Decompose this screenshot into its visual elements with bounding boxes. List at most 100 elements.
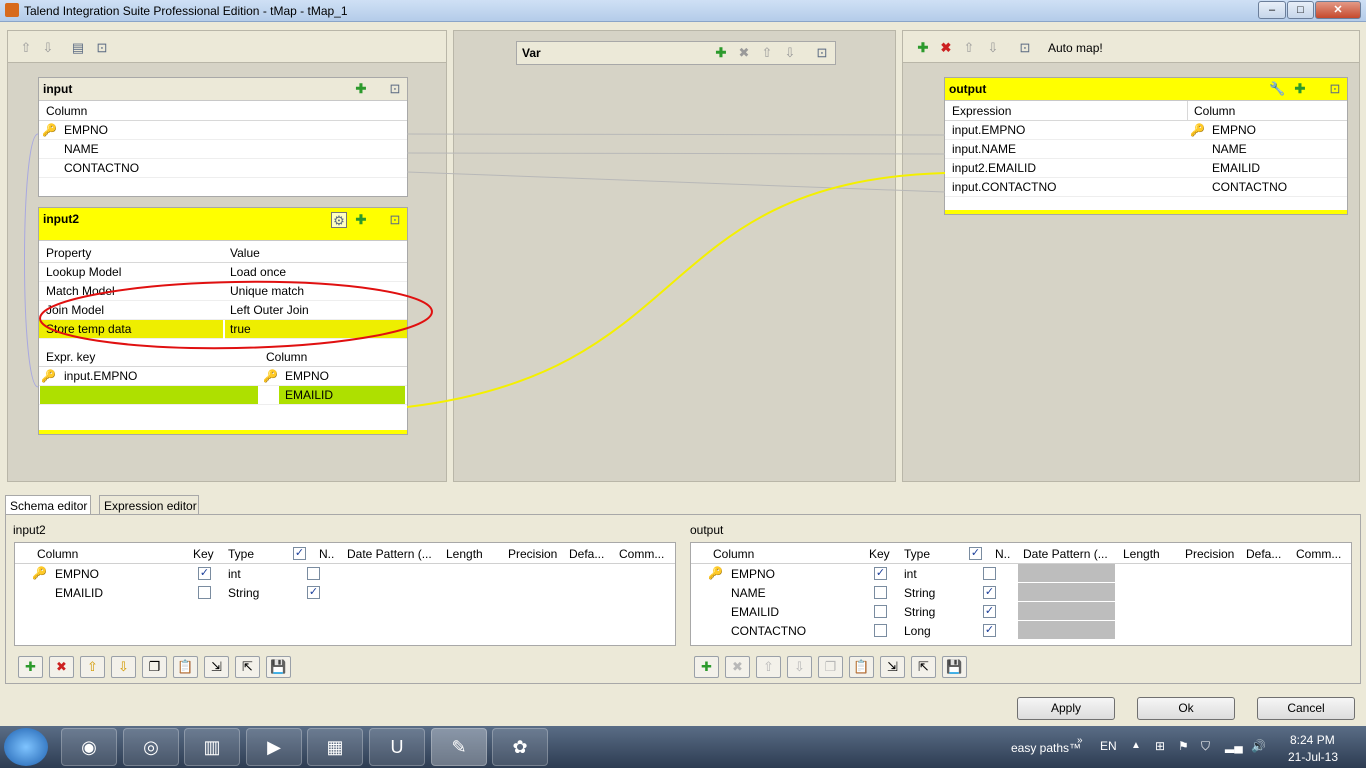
ultraedit-icon[interactable]: U (369, 728, 425, 766)
maximize-button[interactable]: □ (1287, 1, 1314, 19)
schema-column[interactable]: CONTACTNO (731, 624, 806, 638)
input2-schema-grid: Column Key Type ✓ N.. Date Pattern (... … (14, 542, 676, 646)
nullable-checkbox[interactable] (307, 567, 320, 580)
talend-icon[interactable]: ✎ (431, 728, 487, 766)
firefox-icon[interactable]: ◉ (61, 728, 117, 766)
language-indicator[interactable]: EN (1100, 739, 1117, 753)
move-up-button[interactable]: ⇧ (756, 656, 781, 678)
schema-type[interactable]: String (228, 586, 259, 600)
save-button[interactable]: 💾 (266, 656, 291, 678)
table-row[interactable]: NAME String ✓ (691, 583, 1351, 602)
mapping-links (24, 133, 946, 408)
col-header-length: Length (446, 547, 483, 561)
output-schema-grid: Column Key Type ✓ N.. Date Pattern (... … (690, 542, 1352, 646)
key-checkbox[interactable] (874, 605, 887, 618)
close-button[interactable]: ✕ (1315, 1, 1361, 19)
remove-row-button[interactable]: ✖ (725, 656, 750, 678)
security-icon[interactable]: ⛉ (1201, 739, 1210, 754)
date-pattern-cell (1018, 564, 1115, 582)
move-down-button[interactable]: ⇩ (787, 656, 812, 678)
media-player-icon[interactable]: ▶ (246, 728, 302, 766)
key-checkbox[interactable] (874, 624, 887, 637)
show-hidden-icons-icon[interactable]: » (1077, 735, 1083, 746)
col-header-comment: Comm... (619, 547, 665, 561)
move-up-button[interactable]: ⇧ (80, 656, 105, 678)
nullable-checkbox-checked[interactable]: ✓ (983, 624, 996, 637)
schema-type[interactable]: String (904, 605, 935, 619)
export-button[interactable]: ⇱ (235, 656, 260, 678)
signal-icon[interactable]: ▂▄ (1225, 739, 1243, 753)
date-pattern-cell (1018, 602, 1115, 620)
table-row[interactable]: 🔑 EMPNO ✓ int (691, 564, 1351, 583)
schema-column[interactable]: NAME (731, 586, 766, 600)
schema-type[interactable]: int (228, 567, 241, 581)
tmap-workarea: ⇧ ⇩ ▤ ⊡ input ✚ ⊡ Column 🔑 EMPNO NAME CO… (0, 22, 1366, 490)
chrome-icon[interactable]: ◎ (123, 728, 179, 766)
move-down-button[interactable]: ⇩ (111, 656, 136, 678)
table-row[interactable]: EMAILID String ✓ (691, 602, 1351, 621)
minimize-button[interactable]: – (1258, 1, 1286, 19)
paint-icon[interactable]: ✿ (492, 728, 548, 766)
col-header-key: Key (193, 547, 214, 561)
paste-button[interactable]: 📋 (849, 656, 874, 678)
explorer-folder-icon[interactable]: ▥ (184, 728, 240, 766)
ok-button[interactable]: Ok (1137, 697, 1235, 720)
table-row[interactable]: CONTACTNO Long ✓ (691, 621, 1351, 640)
key-checkbox-checked[interactable]: ✓ (198, 567, 211, 580)
nullable-checkbox-checked[interactable]: ✓ (983, 586, 996, 599)
col-header-type: Type (228, 547, 255, 561)
schema-type[interactable]: int (904, 567, 917, 581)
import-button[interactable]: ⇲ (204, 656, 229, 678)
easy-paths-label[interactable]: easy paths™ (1011, 741, 1081, 755)
link-emailid (406, 172, 946, 408)
schema-type[interactable]: Long (904, 624, 931, 638)
key-checkbox[interactable] (198, 586, 211, 599)
schema-column[interactable]: EMAILID (731, 605, 779, 619)
col-header-default: Defa... (1246, 547, 1282, 561)
nullable-header-checkbox[interactable]: ✓ (293, 547, 306, 560)
input2-schema-label: input2 (13, 523, 46, 537)
schema-editor-panel: Schema editor Expression editor input2 o… (0, 490, 1366, 726)
window-titlebar: Talend Integration Suite Professional Ed… (0, 0, 1366, 22)
paste-button[interactable]: 📋 (173, 656, 198, 678)
action-center-flag-icon[interactable]: ⚑ (1178, 739, 1189, 753)
start-button[interactable] (4, 728, 48, 766)
nullable-checkbox[interactable] (983, 567, 996, 580)
volume-icon[interactable]: 🔊 (1251, 739, 1266, 753)
nullable-checkbox-checked[interactable]: ✓ (307, 586, 320, 599)
col-header-key: Key (869, 547, 890, 561)
export-button[interactable]: ⇱ (911, 656, 936, 678)
table-row[interactable]: EMAILID String ✓ (15, 583, 675, 602)
schema-type[interactable]: String (904, 586, 935, 600)
col-header-type: Type (904, 547, 931, 561)
add-row-button[interactable]: ✚ (18, 656, 43, 678)
grid-header: Column Key Type ✓ N.. Date Pattern (... … (691, 543, 1351, 564)
save-button[interactable]: 💾 (942, 656, 967, 678)
tab-expression-editor[interactable]: Expression editor (99, 495, 199, 515)
key-checkbox[interactable] (874, 586, 887, 599)
network-icon[interactable]: ⊞ (1155, 739, 1165, 753)
apply-button[interactable]: Apply (1017, 697, 1115, 720)
nullable-checkbox-checked[interactable]: ✓ (983, 605, 996, 618)
tray-expand-icon[interactable]: ▲ (1131, 740, 1141, 751)
cancel-button[interactable]: Cancel (1257, 697, 1355, 720)
tab-schema-editor[interactable]: Schema editor (5, 495, 91, 515)
schema-column[interactable]: EMAILID (55, 586, 103, 600)
copy-button[interactable]: ❐ (818, 656, 843, 678)
import-button[interactable]: ⇲ (880, 656, 905, 678)
remove-row-button[interactable]: ✖ (49, 656, 74, 678)
table-row[interactable]: 🔑 EMPNO ✓ int (15, 564, 675, 583)
clock-date[interactable]: 21-Jul-13 (1288, 750, 1338, 764)
key-checkbox-checked[interactable]: ✓ (874, 567, 887, 580)
clock-time[interactable]: 8:24 PM (1290, 733, 1335, 747)
date-pattern-cell (1018, 583, 1115, 601)
copy-button[interactable]: ❐ (142, 656, 167, 678)
col-header-nullable: N.. (319, 547, 335, 561)
add-row-button[interactable]: ✚ (694, 656, 719, 678)
nullable-header-checkbox[interactable]: ✓ (969, 547, 982, 560)
notepad-icon[interactable]: ▦ (307, 728, 363, 766)
schema-column[interactable]: EMPNO (731, 567, 775, 581)
col-header-column: Column (37, 547, 79, 561)
date-pattern-cell (1018, 621, 1115, 639)
schema-column[interactable]: EMPNO (55, 567, 99, 581)
